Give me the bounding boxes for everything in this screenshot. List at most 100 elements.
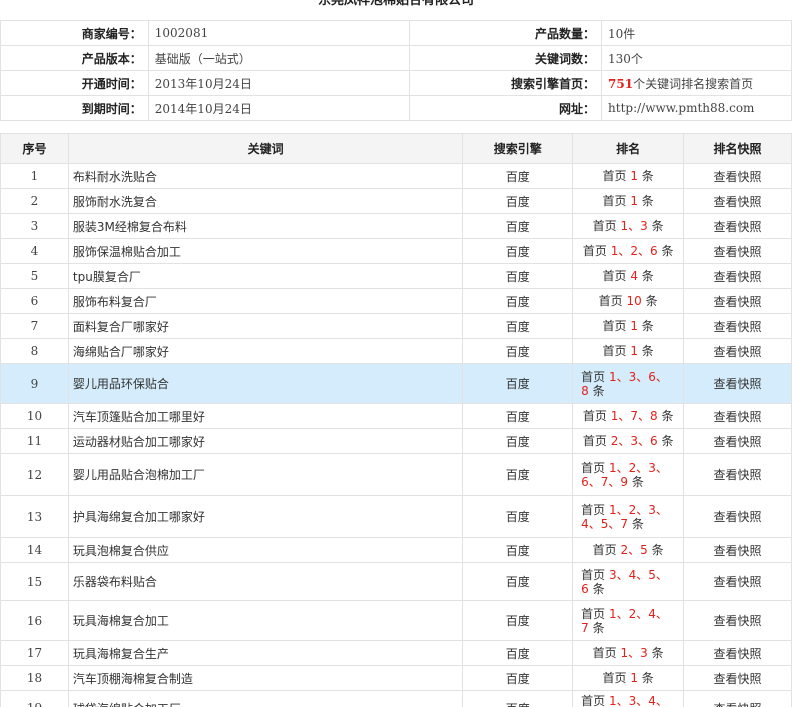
info-value: 10件	[608, 26, 636, 41]
keyword-cell: 面料复合厂哪家好	[67, 313, 464, 339]
info-label: 商家编号：	[0, 20, 149, 46]
table-header-row: 序号 关键词 搜索引擎 排名 排名快照	[0, 133, 792, 164]
view-snapshot-link[interactable]: 查看快照	[683, 537, 792, 563]
engine-cell: 百度	[462, 363, 574, 404]
keyword-cell: 婴儿用品环保贴合	[67, 363, 464, 404]
rank-prefix: 首页	[581, 502, 606, 517]
info-label: 产品版本：	[0, 45, 149, 71]
engine-cell: 百度	[462, 495, 574, 538]
table-row: 9 婴儿用品环保贴合 百度 首页 1、3、6、8 条查看快照	[0, 363, 792, 404]
info-value: 1002081	[147, 20, 411, 46]
table-row: 8 海绵贴合厂哪家好 百度 首页 1 条查看快照	[0, 338, 792, 364]
info-row: 到期时间： 2014年10月24日 网址： http://www.pmth88.com	[0, 95, 792, 121]
company-title: 东莞凤祥泡棉贴合有限公司	[317, 0, 474, 8]
rank-suffix: 条	[661, 409, 674, 423]
info-label: 网址：	[409, 95, 603, 121]
rank-prefix: 首页	[602, 169, 627, 183]
rank-cell: 首页 1、3 条	[572, 213, 685, 239]
view-snapshot-link[interactable]: 查看快照	[683, 238, 792, 264]
row-number: 15	[0, 562, 69, 601]
rank-cell: 首页 1、3、4、 条	[572, 690, 685, 707]
keyword-cell: 玩具泡棉复合供应	[67, 537, 464, 563]
rank-positions: 4	[630, 269, 638, 283]
engine-cell: 百度	[462, 562, 574, 601]
rank-suffix: 条	[651, 646, 664, 660]
keyword-cell: 玩具海棉复合生产	[67, 640, 464, 666]
view-snapshot-link[interactable]: 查看快照	[683, 263, 792, 289]
rank-suffix: 条	[641, 671, 654, 685]
rank-cell: 首页 1 条	[572, 313, 685, 339]
keyword-cell: tpu膜复合厂	[67, 263, 464, 289]
info-value: http://www.pmth88.com	[608, 101, 755, 115]
rank-positions: 1、7、8	[610, 409, 658, 423]
info-row: 商家编号： 1002081 产品数量： 10件	[0, 20, 792, 46]
view-snapshot-link[interactable]: 查看快照	[683, 313, 792, 339]
rank-prefix: 首页	[592, 646, 617, 660]
view-snapshot-link[interactable]: 查看快照	[683, 453, 792, 496]
rank-prefix: 首页	[581, 460, 606, 475]
engine-cell: 百度	[462, 453, 574, 496]
view-snapshot-link[interactable]: 查看快照	[683, 288, 792, 314]
view-snapshot-link[interactable]: 查看快照	[683, 188, 792, 214]
keyword-cell: 布料耐水洗贴合	[67, 163, 464, 189]
view-snapshot-link[interactable]: 查看快照	[683, 562, 792, 601]
col-header-keyword: 关键词	[67, 133, 464, 164]
rank-cell: 首页 1、7、8 条	[572, 403, 685, 429]
rank-cell: 首页 3、4、5、6 条	[572, 562, 685, 601]
keyword-ranking-table: 序号 关键词 搜索引擎 排名 排名快照 1 布料耐水洗贴合 百度 首页 1 条查看快照…	[0, 133, 792, 707]
info-label: 开通时间：	[0, 70, 149, 96]
keyword-cell: 球袋海绵贴合加工厂	[67, 690, 464, 707]
view-snapshot-link[interactable]: 查看快照	[683, 640, 792, 666]
table-row: 17 玩具海棉复合生产 百度 首页 1、3 条查看快照	[0, 640, 792, 666]
view-snapshot-link[interactable]: 查看快照	[683, 163, 792, 189]
rank-prefix: 首页	[602, 671, 627, 685]
rank-prefix: 首页	[602, 194, 627, 208]
rank-prefix: 首页	[581, 369, 606, 384]
view-snapshot-link[interactable]: 查看快照	[683, 338, 792, 364]
col-header-no: 序号	[0, 133, 69, 164]
rank-cell: 首页 1、2、3、6、7、9 条	[572, 453, 685, 496]
engine-cell: 百度	[462, 163, 574, 189]
view-snapshot-link[interactable]: 查看快照	[683, 690, 792, 707]
rank-suffix: 条	[641, 319, 654, 333]
rank-positions: 1	[630, 194, 638, 208]
view-snapshot-link[interactable]: 查看快照	[683, 495, 792, 538]
col-header-snapshot: 排名快照	[683, 133, 792, 164]
col-header-rank: 排名	[572, 133, 685, 164]
table-row: 5 tpu膜复合厂 百度 首页 4 条查看快照	[0, 263, 792, 289]
info-value-cell: 10件	[601, 20, 792, 46]
view-snapshot-link[interactable]: 查看快照	[683, 363, 792, 404]
rank-positions: 1、3	[620, 219, 648, 233]
row-number: 7	[0, 313, 69, 339]
row-number: 17	[0, 640, 69, 666]
view-snapshot-link[interactable]: 查看快照	[683, 665, 792, 691]
table-row: 11 运动器材贴合加工哪家好 百度 首页 2、3、6 条查看快照	[0, 428, 792, 454]
rank-cell: 首页 1、3、6、8 条	[572, 363, 685, 404]
row-number: 12	[0, 453, 69, 496]
rank-cell: 首页 2、5 条	[572, 537, 685, 563]
row-number: 4	[0, 238, 69, 264]
rank-prefix: 首页	[598, 294, 623, 308]
info-value: 基础版（一站式）	[147, 45, 411, 71]
rank-cell: 首页 1 条	[572, 338, 685, 364]
view-snapshot-link[interactable]: 查看快照	[683, 428, 792, 454]
keyword-cell: 服饰保温棉贴合加工	[67, 238, 464, 264]
view-snapshot-link[interactable]: 查看快照	[683, 213, 792, 239]
keyword-cell: 服饰耐水洗复合	[67, 188, 464, 214]
engine-cell: 百度	[462, 263, 574, 289]
table-row: 16 玩具海棉复合加工 百度 首页 1、2、4、7 条查看快照	[0, 600, 792, 641]
info-label: 关键词数：	[409, 45, 603, 71]
rank-cell: 首页 2、3、6 条	[572, 428, 685, 454]
rank-cell: 首页 1 条	[572, 188, 685, 214]
rank-cell: 首页 1、2、6 条	[572, 238, 685, 264]
info-value: 个关键词排名搜索首页	[633, 76, 754, 91]
info-label: 搜索引擎首页：	[409, 70, 603, 96]
view-snapshot-link[interactable]: 查看快照	[683, 600, 792, 641]
table-row: 14 玩具泡棉复合供应 百度 首页 2、5 条查看快照	[0, 537, 792, 563]
rank-cell: 首页 1、2、4、7 条	[572, 600, 685, 641]
rank-suffix: 条	[641, 169, 654, 183]
view-snapshot-link[interactable]: 查看快照	[683, 403, 792, 429]
keyword-cell: 服装3M经棉复合布料	[67, 213, 464, 239]
rank-prefix: 首页	[581, 606, 606, 621]
info-value-cell: http://www.pmth88.com	[601, 95, 792, 121]
